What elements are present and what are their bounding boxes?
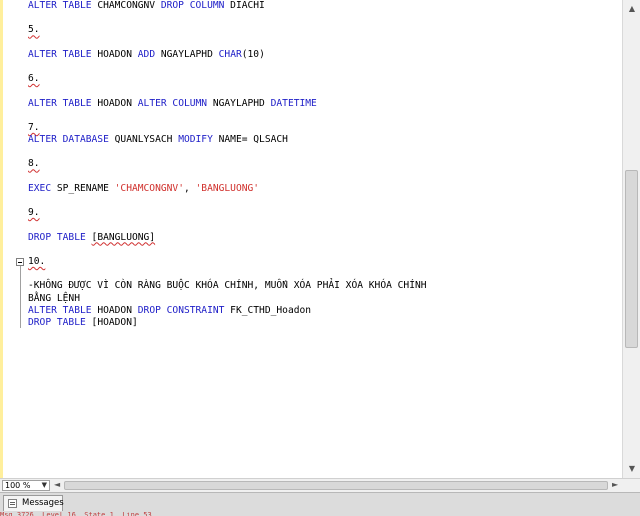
code-line[interactable]: DROP TABLE [HOADON] [28,317,618,329]
code-token: HOADON [91,304,138,316]
scroll-right-arrow-icon[interactable]: ► [612,480,618,489]
code-line[interactable]: 6. [28,73,618,85]
horizontal-scroll-area: 100 % ▼ ◄ ► [0,478,640,492]
code-line[interactable] [28,61,618,73]
horizontal-scroll-thumb[interactable] [64,481,608,490]
sql-keyword: EXEC [28,182,52,194]
code-token: 9. [28,207,40,219]
code-token: CHAMCONGNV [91,0,161,11]
sql-keyword: DROP TABLE [28,316,86,328]
code-line[interactable] [28,85,618,97]
sql-string: 'BANGLUONG' [195,182,260,194]
vertical-scrollbar[interactable]: ▲ ▼ [622,0,640,478]
sql-keyword: MODIFY [178,134,213,146]
tab-messages-label: Messages [22,498,64,508]
scroll-left-arrow-icon[interactable]: ◄ [54,480,60,489]
code-line[interactable]: -KHÔNG ĐƯỢC VÌ CÒN RÀNG BUỘC KHÓA CHÍNH,… [28,280,618,292]
scroll-up-arrow-icon[interactable]: ▲ [626,2,638,16]
code-token: NGAYLAPHD [155,48,219,60]
query-editor[interactable]: ALTER TABLE CHAMCONGNV DROP COLUMN DIACH… [0,0,622,478]
code-token: , [183,182,196,194]
code-token: SP_RENAME [51,182,115,194]
code-line[interactable]: 5. [28,24,618,36]
change-tracking-bar [0,0,3,478]
code-line[interactable] [28,146,618,158]
code-line[interactable] [28,110,618,122]
code-line[interactable]: 10. [28,256,618,268]
code-token: 7. [28,121,40,133]
code-token: QUANLYSACH [108,134,179,146]
code-token: [HOADON] [85,316,138,328]
code-line[interactable] [28,244,618,256]
sql-keyword: ALTER DATABASE [28,134,109,146]
message-output-fragment: Msg 3726, Level 16, State 1, Line 53 [0,512,152,516]
sql-keyword: DATETIME [270,97,317,109]
vertical-scroll-thumb[interactable] [625,170,638,348]
code-line[interactable]: ALTER TABLE CHAMCONGNV DROP COLUMN DIACH… [28,0,618,12]
code-token: BẰNG LỆNH [28,292,80,304]
sql-keyword: ALTER TABLE [28,48,92,60]
sql-keyword: DROP COLUMN [160,0,225,11]
code-token: DIACHI [224,0,265,11]
code-token: 10. [28,255,46,267]
code-line[interactable] [28,171,618,183]
sql-keyword: DROP CONSTRAINT [137,304,225,316]
chevron-down-icon: ▼ [41,481,47,489]
code-line[interactable]: 9. [28,207,618,219]
code-token: 8. [28,158,40,170]
code-token: HOADON [91,97,138,109]
zoom-value: 100 % [5,481,31,490]
code-line[interactable]: EXEC SP_RENAME 'CHAMCONGNV', 'BANGLUONG' [28,183,618,195]
code-token: 6. [28,73,40,85]
code-token: NAME= QLSACH [212,134,288,146]
code-line[interactable] [28,12,618,24]
code-token: -KHÔNG ĐƯỢC VÌ CÒN RÀNG BUỘC KHÓA CHÍNH,… [28,280,427,292]
sql-keyword: DROP TABLE [28,231,86,243]
code-line[interactable] [28,268,618,280]
code-line[interactable] [28,219,618,231]
code-line[interactable]: ALTER TABLE HOADON DROP CONSTRAINT FK_CT… [28,305,618,317]
scroll-down-arrow-icon[interactable]: ▼ [626,462,638,476]
collapse-region-icon[interactable] [16,258,24,266]
code-token: FK_CTHD_Hoadon [224,304,312,316]
zoom-select[interactable]: 100 % ▼ [2,480,50,491]
code-token: 5. [28,24,40,36]
code-line[interactable] [28,195,618,207]
code-token: (10) [241,48,265,60]
code-line[interactable]: ALTER DATABASE QUANLYSACH MODIFY NAME= Q… [28,134,618,146]
code-line[interactable]: 7. [28,122,618,134]
sql-keyword: ADD [137,48,156,60]
code-token: [BANGLUONG] [91,231,156,243]
code-token: NGAYLAPHD [207,97,271,109]
sql-keyword: ALTER TABLE [28,97,92,109]
code-token: HOADON [91,48,138,60]
code-area[interactable]: ALTER TABLE CHAMCONGNV DROP COLUMN DIACH… [28,0,618,329]
messages-icon [8,499,17,508]
code-line[interactable] [28,37,618,49]
code-line[interactable]: 8. [28,158,618,170]
sql-string: 'CHAMCONGNV' [114,182,184,194]
code-line[interactable]: ALTER TABLE HOADON ALTER COLUMN NGAYLAPH… [28,98,618,110]
sql-keyword: CHAR [218,48,242,60]
sql-keyword: ALTER TABLE [28,304,92,316]
sql-keyword: ALTER TABLE [28,0,92,11]
outline-guide [20,258,21,328]
code-line[interactable]: ALTER TABLE HOADON ADD NGAYLAPHD CHAR(10… [28,49,618,61]
code-line[interactable]: DROP TABLE [BANGLUONG] [28,232,618,244]
code-line[interactable]: BẰNG LỆNH [28,293,618,305]
tab-messages[interactable]: Messages [3,495,64,511]
sql-keyword: ALTER COLUMN [137,97,208,109]
